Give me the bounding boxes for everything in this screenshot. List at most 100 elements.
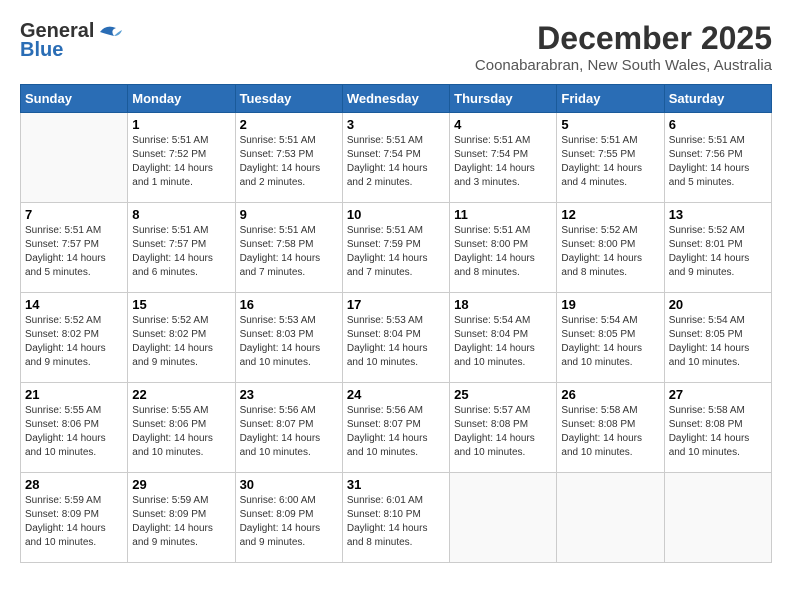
calendar-cell: 6 Sunrise: 5:51 AM Sunset: 7:56 PM Daylig… <box>664 113 771 203</box>
day-number: 23 <box>240 387 338 402</box>
calendar-cell: 12 Sunrise: 5:52 AM Sunset: 8:00 PM Dayli… <box>557 203 664 293</box>
calendar-week-2: 7 Sunrise: 5:51 AM Sunset: 7:57 PM Daylig… <box>21 203 772 293</box>
calendar-cell: 13 Sunrise: 5:52 AM Sunset: 8:01 PM Dayli… <box>664 203 771 293</box>
day-info: Sunrise: 5:56 AM Sunset: 8:07 PM Dayligh… <box>347 404 445 460</box>
calendar-week-4: 21Sunrise: 5:55 AM Sunset: 8:06 PM Dayli… <box>21 383 772 473</box>
day-info: Sunrise: 5:51 AM Sunset: 7:53 PM Dayligh… <box>240 134 338 190</box>
title-area: December 2025 Coonabarabran, New South W… <box>475 20 772 74</box>
day-info: Sunrise: 5:51 AM Sunset: 7:57 PM Dayligh… <box>25 224 123 280</box>
calendar-week-5: 28 Sunrise: 5:59 AM Sunset: 8:09 PM Dayli… <box>21 473 772 563</box>
calendar-cell: 24 Sunrise: 5:56 AM Sunset: 8:07 PM Dayli… <box>342 383 449 473</box>
calendar-cell: 25 Sunrise: 5:57 AM Sunset: 8:08 PM Dayli… <box>450 383 557 473</box>
day-number: 27 <box>669 387 767 402</box>
logo-bird-icon <box>96 22 124 42</box>
day-info: Sunrise: 5:58 AM Sunset: 8:08 PM Dayligh… <box>669 404 767 460</box>
day-number: 26 <box>561 387 659 402</box>
calendar-cell <box>664 473 771 563</box>
day-info: Sunrise: 5:51 AM Sunset: 7:52 PM Dayligh… <box>132 134 230 190</box>
day-number: 29 <box>132 477 230 492</box>
day-number: 13 <box>669 207 767 222</box>
day-info: Sunrise: 5:53 AM Sunset: 8:03 PM Dayligh… <box>240 314 338 370</box>
calendar-cell: 11Sunrise: 5:51 AM Sunset: 8:00 PM Dayli… <box>450 203 557 293</box>
day-info: Sunrise: 5:52 AM Sunset: 8:01 PM Dayligh… <box>669 224 767 280</box>
calendar-week-3: 14Sunrise: 5:52 AM Sunset: 8:02 PM Dayli… <box>21 293 772 383</box>
calendar-cell: 1 Sunrise: 5:51 AM Sunset: 7:52 PM Daylig… <box>128 113 235 203</box>
day-number: 20 <box>669 297 767 312</box>
calendar-cell: 14Sunrise: 5:52 AM Sunset: 8:02 PM Dayli… <box>21 293 128 383</box>
weekday-header-sunday: Sunday <box>21 85 128 113</box>
calendar-week-1: 1 Sunrise: 5:51 AM Sunset: 7:52 PM Daylig… <box>21 113 772 203</box>
calendar-cell: 15Sunrise: 5:52 AM Sunset: 8:02 PM Dayli… <box>128 293 235 383</box>
logo-blue-text: Blue <box>20 39 63 62</box>
calendar-cell: 8Sunrise: 5:51 AM Sunset: 7:57 PM Daylig… <box>128 203 235 293</box>
day-number: 6 <box>669 117 767 132</box>
day-number: 12 <box>561 207 659 222</box>
day-info: Sunrise: 5:57 AM Sunset: 8:08 PM Dayligh… <box>454 404 552 460</box>
day-info: Sunrise: 6:00 AM Sunset: 8:09 PM Dayligh… <box>240 494 338 550</box>
day-info: Sunrise: 5:56 AM Sunset: 8:07 PM Dayligh… <box>240 404 338 460</box>
weekday-header-row: SundayMondayTuesdayWednesdayThursdayFrid… <box>21 85 772 113</box>
day-number: 17 <box>347 297 445 312</box>
calendar-cell: 21Sunrise: 5:55 AM Sunset: 8:06 PM Dayli… <box>21 383 128 473</box>
month-title: December 2025 <box>475 20 772 57</box>
day-info: Sunrise: 5:51 AM Sunset: 7:58 PM Dayligh… <box>240 224 338 280</box>
day-number: 14 <box>25 297 123 312</box>
day-number: 3 <box>347 117 445 132</box>
weekday-header-tuesday: Tuesday <box>235 85 342 113</box>
day-info: Sunrise: 5:59 AM Sunset: 8:09 PM Dayligh… <box>25 494 123 550</box>
day-number: 19 <box>561 297 659 312</box>
calendar-cell: 16 Sunrise: 5:53 AM Sunset: 8:03 PM Dayli… <box>235 293 342 383</box>
day-number: 28 <box>25 477 123 492</box>
calendar-cell: 4Sunrise: 5:51 AM Sunset: 7:54 PM Daylig… <box>450 113 557 203</box>
day-number: 16 <box>240 297 338 312</box>
calendar-cell: 23 Sunrise: 5:56 AM Sunset: 8:07 PM Dayli… <box>235 383 342 473</box>
calendar-cell: 19 Sunrise: 5:54 AM Sunset: 8:05 PM Dayli… <box>557 293 664 383</box>
day-number: 4 <box>454 117 552 132</box>
calendar-cell: 18 Sunrise: 5:54 AM Sunset: 8:04 PM Dayli… <box>450 293 557 383</box>
calendar-cell: 27 Sunrise: 5:58 AM Sunset: 8:08 PM Dayli… <box>664 383 771 473</box>
calendar-cell: 3 Sunrise: 5:51 AM Sunset: 7:54 PM Daylig… <box>342 113 449 203</box>
day-info: Sunrise: 5:52 AM Sunset: 8:00 PM Dayligh… <box>561 224 659 280</box>
calendar-cell <box>557 473 664 563</box>
calendar-cell: 30Sunrise: 6:00 AM Sunset: 8:09 PM Dayli… <box>235 473 342 563</box>
day-info: Sunrise: 5:54 AM Sunset: 8:05 PM Dayligh… <box>561 314 659 370</box>
calendar-cell: 7 Sunrise: 5:51 AM Sunset: 7:57 PM Daylig… <box>21 203 128 293</box>
day-number: 5 <box>561 117 659 132</box>
day-number: 7 <box>25 207 123 222</box>
day-info: Sunrise: 5:51 AM Sunset: 7:55 PM Dayligh… <box>561 134 659 190</box>
day-number: 18 <box>454 297 552 312</box>
day-number: 25 <box>454 387 552 402</box>
day-info: Sunrise: 5:59 AM Sunset: 8:09 PM Dayligh… <box>132 494 230 550</box>
calendar-body: 1 Sunrise: 5:51 AM Sunset: 7:52 PM Daylig… <box>21 113 772 563</box>
day-info: Sunrise: 5:54 AM Sunset: 8:04 PM Dayligh… <box>454 314 552 370</box>
calendar-cell: 28 Sunrise: 5:59 AM Sunset: 8:09 PM Dayli… <box>21 473 128 563</box>
day-number: 10 <box>347 207 445 222</box>
day-info: Sunrise: 5:51 AM Sunset: 7:54 PM Dayligh… <box>347 134 445 190</box>
day-number: 21 <box>25 387 123 402</box>
day-info: Sunrise: 5:51 AM Sunset: 7:59 PM Dayligh… <box>347 224 445 280</box>
weekday-header-wednesday: Wednesday <box>342 85 449 113</box>
calendar-cell: 22Sunrise: 5:55 AM Sunset: 8:06 PM Dayli… <box>128 383 235 473</box>
day-number: 1 <box>132 117 230 132</box>
calendar-cell: 17Sunrise: 5:53 AM Sunset: 8:04 PM Dayli… <box>342 293 449 383</box>
calendar-cell <box>450 473 557 563</box>
day-info: Sunrise: 6:01 AM Sunset: 8:10 PM Dayligh… <box>347 494 445 550</box>
day-number: 22 <box>132 387 230 402</box>
day-number: 8 <box>132 207 230 222</box>
calendar-cell: 29 Sunrise: 5:59 AM Sunset: 8:09 PM Dayli… <box>128 473 235 563</box>
day-number: 15 <box>132 297 230 312</box>
weekday-header-saturday: Saturday <box>664 85 771 113</box>
logo: General Blue <box>20 20 124 62</box>
calendar-cell: 2Sunrise: 5:51 AM Sunset: 7:53 PM Daylig… <box>235 113 342 203</box>
day-info: Sunrise: 5:54 AM Sunset: 8:05 PM Dayligh… <box>669 314 767 370</box>
day-number: 9 <box>240 207 338 222</box>
day-number: 24 <box>347 387 445 402</box>
calendar-cell <box>21 113 128 203</box>
calendar-cell: 31Sunrise: 6:01 AM Sunset: 8:10 PM Dayli… <box>342 473 449 563</box>
weekday-header-monday: Monday <box>128 85 235 113</box>
day-number: 11 <box>454 207 552 222</box>
calendar-table: SundayMondayTuesdayWednesdayThursdayFrid… <box>20 84 772 563</box>
calendar-cell: 9 Sunrise: 5:51 AM Sunset: 7:58 PM Daylig… <box>235 203 342 293</box>
day-info: Sunrise: 5:51 AM Sunset: 7:56 PM Dayligh… <box>669 134 767 190</box>
day-info: Sunrise: 5:58 AM Sunset: 8:08 PM Dayligh… <box>561 404 659 460</box>
